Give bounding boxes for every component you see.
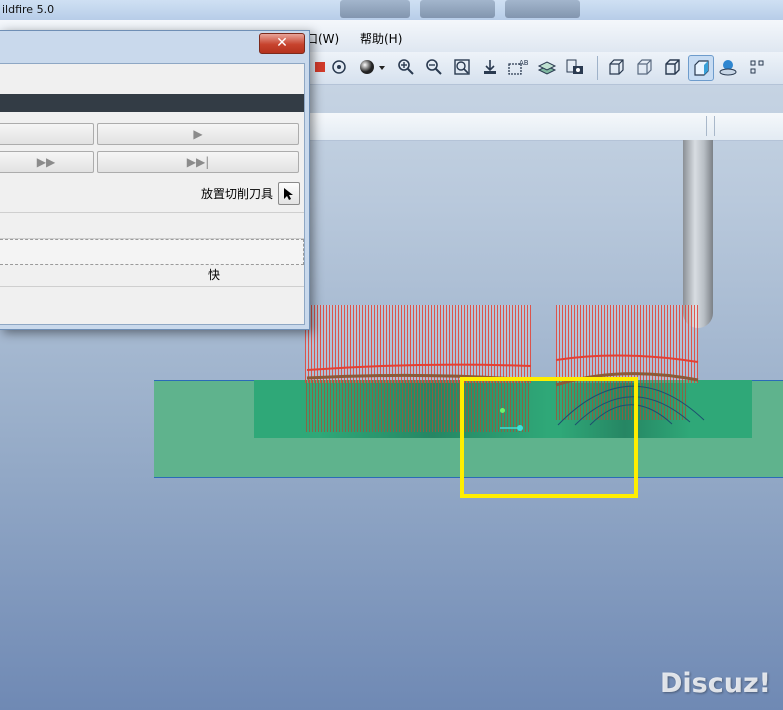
- place-tool-label: 放置切削刀具: [201, 187, 274, 201]
- speed-slider[interactable]: [0, 239, 304, 265]
- dialog-titlebar: ✕: [0, 31, 309, 54]
- play-path-dialog: ✕ ▶ ▶▶ ▶▶| 放置切削刀具 快: [0, 30, 310, 330]
- dialog-section-header: [0, 94, 304, 112]
- discuz-watermark: Discuz!: [660, 668, 771, 699]
- play-reverse-button[interactable]: [0, 123, 94, 145]
- highlight-box: [460, 377, 638, 498]
- dialog-divider: [0, 212, 304, 213]
- place-tool-button[interactable]: [278, 182, 300, 205]
- go-to-end-button[interactable]: ▶▶|: [97, 151, 299, 173]
- fast-forward-button[interactable]: ▶▶: [0, 151, 94, 173]
- play-forward-button[interactable]: ▶: [97, 123, 299, 145]
- dialog-close-button[interactable]: ✕: [259, 33, 305, 54]
- cursor-arrow-icon: [284, 187, 293, 200]
- speed-fast-label: 快: [208, 268, 221, 282]
- dialog-divider: [0, 286, 304, 287]
- dialog-body: ▶ ▶▶ ▶▶| 放置切削刀具 快: [0, 63, 305, 325]
